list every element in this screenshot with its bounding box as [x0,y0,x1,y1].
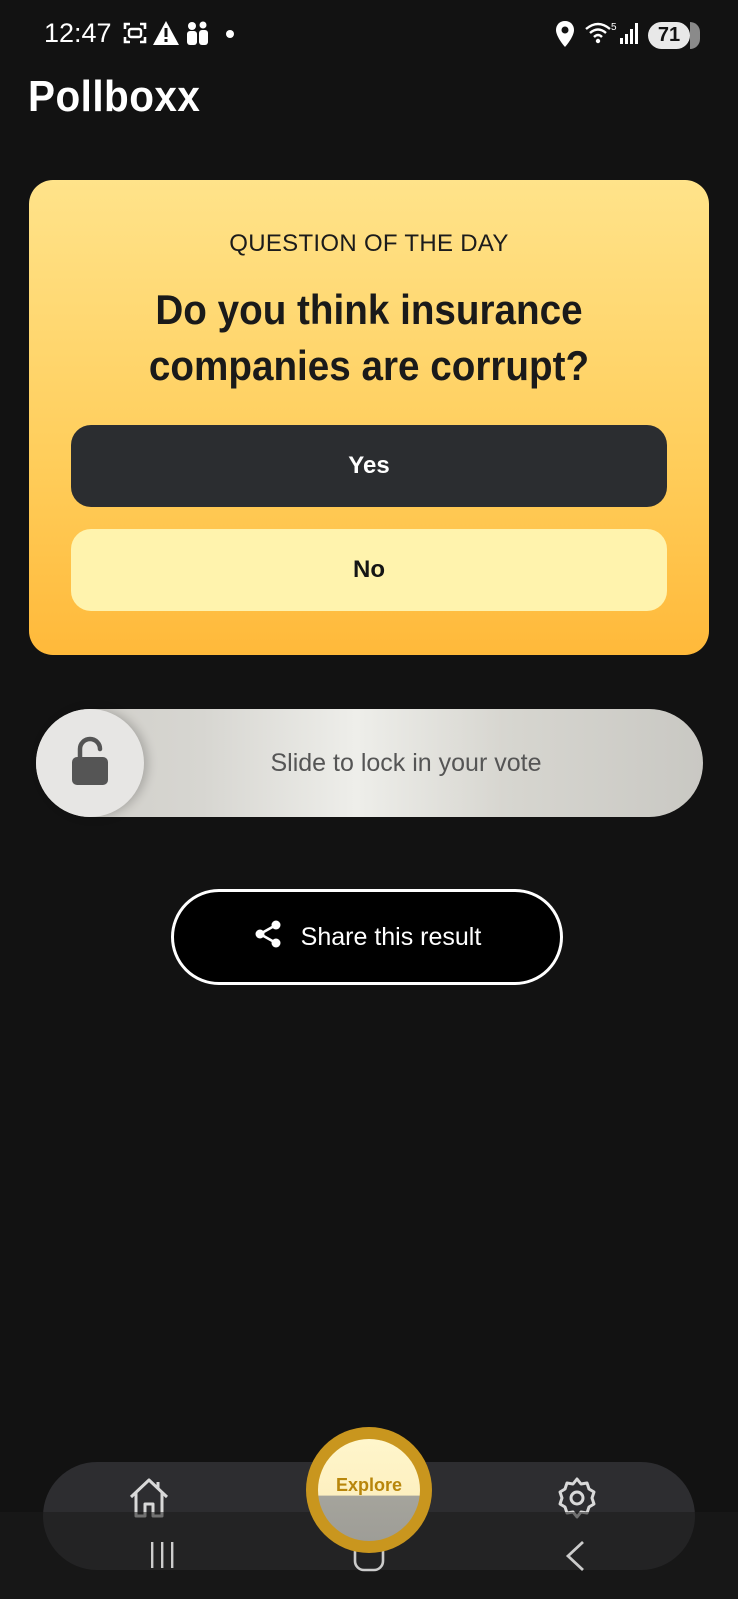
question-label: QUESTION OF THE DAY [229,230,509,257]
battery-indicator: 71 [648,22,700,49]
screenshot-icon [122,20,148,51]
status-time: 12:47 [44,18,112,48]
slider-handle[interactable] [36,709,144,817]
signal-icon [618,20,642,51]
slider-text: Slide to lock in your vote [270,749,542,777]
status-bar: 12:47 5 71 [0,0,738,72]
explore-button[interactable]: Explore [306,1427,432,1553]
lock-open-icon [70,735,110,792]
location-icon [554,20,576,53]
back-icon[interactable] [563,1540,587,1577]
warning-icon [152,20,180,51]
lock-vote-slider[interactable]: Slide to lock in your vote [36,709,703,817]
question-card: QUESTION OF THE DAY Do you think insuran… [29,180,709,655]
family-icon [184,20,210,51]
question-text: Do you think insurance companies are cor… [148,286,590,389]
share-label: Share this result [300,922,482,951]
share-result-button[interactable]: Share this result [171,889,563,985]
app-title: Pollboxx [28,72,201,121]
option-yes-button[interactable]: Yes [71,425,667,507]
option-no-button[interactable]: No [71,529,667,611]
share-icon [253,919,283,956]
notification-dot [226,30,234,38]
wifi-label: 5 [611,22,617,33]
wifi-icon: 5 [584,20,618,51]
explore-label: Explore [318,1439,420,1541]
recent-apps-icon[interactable] [148,1540,178,1575]
